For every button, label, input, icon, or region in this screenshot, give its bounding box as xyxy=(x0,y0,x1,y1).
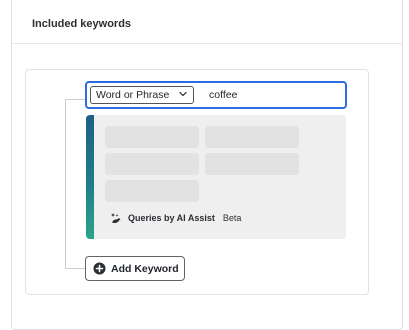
panel-header: Included keywords xyxy=(12,0,402,44)
keyword-input[interactable]: coffee xyxy=(209,89,237,101)
ai-suggestions-card: Queries by AI Assist Beta xyxy=(86,115,346,239)
plus-circle-icon xyxy=(93,262,106,275)
tree-connector-bottom xyxy=(65,268,85,269)
suggestion-placeholder xyxy=(205,153,299,175)
ai-assist-footer: Queries by AI Assist Beta xyxy=(110,211,241,225)
beta-badge: Beta xyxy=(222,213,242,223)
tree-connector-top xyxy=(65,99,85,100)
ai-assist-label: Queries by AI Assist xyxy=(128,213,215,223)
panel-title: Included keywords xyxy=(32,18,132,30)
add-keyword-button[interactable]: Add Keyword xyxy=(85,256,185,281)
suggestions-accent-bar xyxy=(86,115,94,239)
suggestion-placeholder xyxy=(105,153,199,175)
tree-connector-vertical xyxy=(65,99,66,268)
add-keyword-label: Add Keyword xyxy=(111,262,179,275)
suggestion-placeholder xyxy=(205,126,299,148)
suggestion-placeholder xyxy=(105,126,199,148)
match-type-select[interactable]: Word or Phrase xyxy=(90,86,194,104)
chevron-down-icon xyxy=(179,91,187,97)
match-type-value: Word or Phrase xyxy=(96,89,170,101)
ai-assist-icon xyxy=(111,213,121,223)
keyword-row: Word or Phrase coffee xyxy=(85,81,347,109)
suggestion-placeholder xyxy=(105,180,199,202)
